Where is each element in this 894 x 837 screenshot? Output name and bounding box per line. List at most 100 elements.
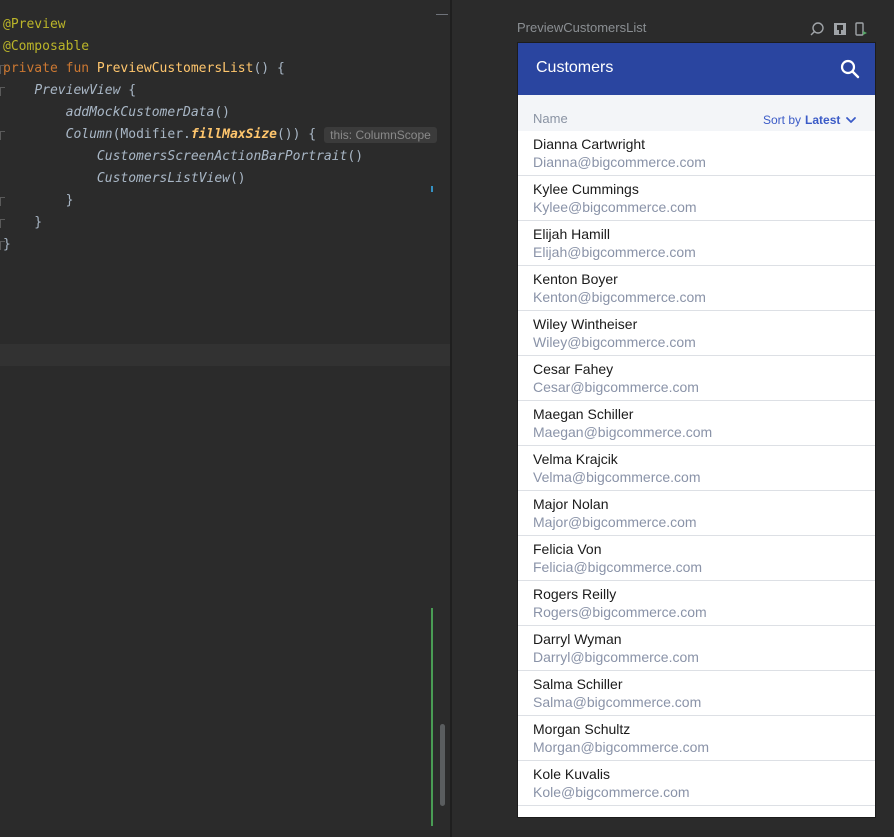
code-token: addMockCustomerData xyxy=(65,105,215,120)
customer-row[interactable]: Dianna Cartwright Dianna@bigcommerce.com xyxy=(518,131,875,176)
code-token: } xyxy=(3,193,74,208)
customer-row[interactable]: Salma Schiller Salma@bigcommerce.com xyxy=(518,671,875,716)
customer-row[interactable]: Major Nolan Major@bigcommerce.com xyxy=(518,491,875,536)
code-token: () xyxy=(347,149,364,164)
code-token: fillMaxSize xyxy=(190,127,277,142)
customer-row[interactable]: Velma Krajcik Velma@bigcommerce.com xyxy=(518,446,875,491)
sort-label: Sort by xyxy=(763,113,802,127)
device-icon[interactable] xyxy=(854,22,868,36)
compose-preview-pane: PreviewCustomersList Customers Name Sort… xyxy=(452,0,894,837)
customer-name: Kole Kuvalis xyxy=(533,766,611,782)
customer-email: Cesar@bigcommerce.com xyxy=(533,379,699,395)
customer-row[interactable]: Kole Kuvalis Kole@bigcommerce.com xyxy=(518,761,875,806)
code-token: () { xyxy=(253,61,285,76)
inspection-marker xyxy=(436,14,448,15)
customer-row[interactable]: Rogers Reilly Rogers@bigcommerce.com xyxy=(518,581,875,626)
customer-name: Morgan Schultz xyxy=(533,721,631,737)
code-token: { xyxy=(120,83,137,98)
code-token: @Preview xyxy=(3,17,66,32)
device-preview: Customers Name Sort by Latest Dianna Car… xyxy=(517,42,876,818)
sort-value: Latest xyxy=(805,113,841,127)
app-bar-title: Customers xyxy=(536,59,614,76)
code-token: } xyxy=(3,215,43,230)
deploy-icon[interactable] xyxy=(833,22,847,36)
customer-name: Velma Krajcik xyxy=(533,451,618,467)
code-editor[interactable]: @Preview @Composable private fun PreviewCu… xyxy=(0,0,450,837)
column-header-name: Name xyxy=(533,111,568,126)
change-marker xyxy=(431,186,433,192)
fold-marker-icon[interactable] xyxy=(0,131,5,140)
app-bar: Customers xyxy=(518,43,875,95)
code-line: PreviewView { xyxy=(3,80,136,102)
customer-email: Wiley@bigcommerce.com xyxy=(533,334,696,350)
code-line: addMockCustomerData() xyxy=(3,102,230,124)
customer-name: Cesar Fahey xyxy=(533,361,614,377)
code-token: @Composable xyxy=(3,39,90,54)
customer-row[interactable]: Felicia Von Felicia@bigcommerce.com xyxy=(518,536,875,581)
customer-email: Kylee@bigcommerce.com xyxy=(533,199,697,215)
code-token: () xyxy=(229,171,246,186)
customers-list[interactable]: Dianna Cartwright Dianna@bigcommerce.com K… xyxy=(518,131,875,806)
list-header: Name Sort by Latest xyxy=(518,95,875,131)
customer-row[interactable]: Elijah Hamill Elijah@bigcommerce.com xyxy=(518,221,875,266)
fold-marker-icon[interactable] xyxy=(0,219,5,228)
customer-name: Darryl Wyman xyxy=(533,631,622,647)
code-line: Column(Modifier.fillMaxSize()) {this: Co… xyxy=(3,124,437,146)
fold-marker-icon[interactable] xyxy=(0,241,5,250)
code-token: private fun xyxy=(3,61,97,76)
customer-row[interactable]: Kenton Boyer Kenton@bigcommerce.com xyxy=(518,266,875,311)
code-line: @Composable xyxy=(3,36,89,58)
inlay-hint: this: ColumnScope xyxy=(324,126,437,143)
customer-email: Kole@bigcommerce.com xyxy=(533,784,690,800)
customer-row[interactable]: Maegan Schiller Maegan@bigcommerce.com xyxy=(518,401,875,446)
customer-row[interactable]: Wiley Wintheiser Wiley@bigcommerce.com xyxy=(518,311,875,356)
fold-marker-icon[interactable] xyxy=(0,197,5,206)
customer-row[interactable]: Kylee Cummings Kylee@bigcommerce.com xyxy=(518,176,875,221)
vcs-added-marker xyxy=(431,608,433,826)
code-line: private fun PreviewCustomersList() { xyxy=(3,58,285,80)
code-line: CustomersScreenActionBarPortrait() xyxy=(3,146,363,168)
customer-name: Elijah Hamill xyxy=(533,226,611,242)
preview-title: PreviewCustomersList xyxy=(517,20,647,35)
interactive-mode-icon[interactable] xyxy=(810,22,824,36)
code-token: Column xyxy=(65,127,113,142)
customer-email: Maegan@bigcommerce.com xyxy=(533,424,713,440)
editor-scrollbar[interactable] xyxy=(440,724,445,806)
customer-email: Rogers@bigcommerce.com xyxy=(533,604,707,620)
customer-email: Elijah@bigcommerce.com xyxy=(533,244,696,260)
code-line: @Preview xyxy=(3,14,66,36)
code-token: PreviewView xyxy=(34,83,121,98)
fold-marker-icon[interactable] xyxy=(0,87,5,96)
customer-email: Major@bigcommerce.com xyxy=(533,514,697,530)
customer-name: Kylee Cummings xyxy=(533,181,639,197)
customer-name: Kenton Boyer xyxy=(533,271,618,287)
customer-email: Dianna@bigcommerce.com xyxy=(533,154,706,170)
code-token: PreviewCustomersList xyxy=(96,61,254,76)
chevron-down-icon xyxy=(844,113,858,127)
customer-row[interactable]: Cesar Fahey Cesar@bigcommerce.com xyxy=(518,356,875,401)
customer-email: Felicia@bigcommerce.com xyxy=(533,559,703,575)
customer-name: Major Nolan xyxy=(533,496,609,512)
customer-name: Felicia Von xyxy=(533,541,602,557)
customer-row[interactable]: Darryl Wyman Darryl@bigcommerce.com xyxy=(518,626,875,671)
code-line: CustomersListView() xyxy=(3,168,246,190)
code-token: (Modifier. xyxy=(112,127,191,142)
search-icon[interactable] xyxy=(836,55,864,83)
customer-name: Rogers Reilly xyxy=(533,586,617,602)
customer-name: Salma Schiller xyxy=(533,676,623,692)
code-token: CustomersScreenActionBarPortrait xyxy=(96,149,348,164)
sort-dropdown[interactable]: Sort by Latest xyxy=(763,113,858,127)
customer-name: Wiley Wintheiser xyxy=(533,316,638,332)
customer-email: Darryl@bigcommerce.com xyxy=(533,649,699,665)
customer-name: Dianna Cartwright xyxy=(533,136,646,152)
customer-row[interactable]: Morgan Schultz Morgan@bigcommerce.com xyxy=(518,716,875,761)
customer-email: Salma@bigcommerce.com xyxy=(533,694,702,710)
customer-email: Morgan@bigcommerce.com xyxy=(533,739,710,755)
code-line: } xyxy=(3,190,74,212)
fold-marker-icon[interactable] xyxy=(0,65,5,74)
code-token: CustomersListView xyxy=(96,171,230,186)
customer-name: Maegan Schiller xyxy=(533,406,634,422)
